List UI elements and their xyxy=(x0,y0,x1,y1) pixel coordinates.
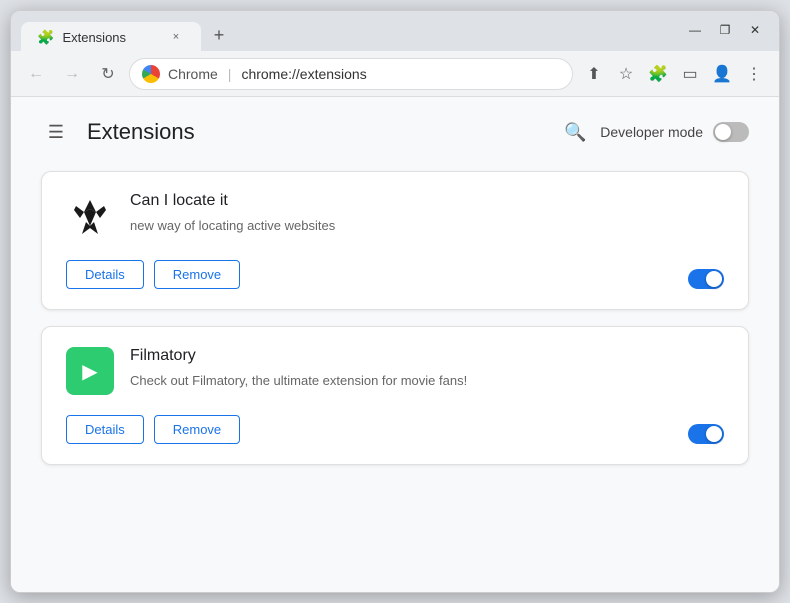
chrome-icon xyxy=(142,65,160,83)
address-text: chrome://extensions xyxy=(241,66,366,82)
toggle-knob-canlocate xyxy=(706,271,722,287)
refresh-button[interactable]: ↻ xyxy=(93,59,123,89)
details-button-canlocate[interactable]: Details xyxy=(66,260,144,289)
tab-extension-icon: 🧩 xyxy=(37,29,54,46)
ext-header-filmatory: Filmatory Check out Filmatory, the ultim… xyxy=(66,347,724,395)
bookmark-button[interactable]: ☆ xyxy=(611,59,641,89)
ext-header-canlocate: Can I locate it new way of locating acti… xyxy=(66,192,724,240)
page-header: ☰ Extensions 🔍 Developer mode xyxy=(41,117,749,147)
ext-enable-toggle-canlocate[interactable] xyxy=(688,269,724,289)
toggle-knob xyxy=(715,124,731,140)
remove-button-filmatory[interactable]: Remove xyxy=(154,415,240,444)
ext-icon-canlocate xyxy=(66,192,114,240)
menu-button[interactable]: ⋮ xyxy=(739,59,769,89)
ext-info-canlocate: Can I locate it new way of locating acti… xyxy=(130,192,724,236)
back-button[interactable]: ← xyxy=(21,59,51,89)
filmatory-svg-icon xyxy=(66,347,114,395)
details-button-filmatory[interactable]: Details xyxy=(66,415,144,444)
page-title: Extensions xyxy=(87,119,195,145)
share-button[interactable]: ⬆ xyxy=(579,59,609,89)
ext-info-filmatory: Filmatory Check out Filmatory, the ultim… xyxy=(130,347,724,391)
extensions-button[interactable]: 🧩 xyxy=(643,59,673,89)
ext-enable-toggle-filmatory[interactable] xyxy=(688,424,724,444)
ext-toggle-area-canlocate xyxy=(688,269,724,289)
page-title-area: ☰ Extensions xyxy=(41,117,195,147)
forward-button[interactable]: → xyxy=(57,59,87,89)
page-content: ☰ Extensions 🔍 Developer mode xyxy=(11,97,779,592)
canlocate-svg-icon xyxy=(66,192,114,240)
close-button[interactable]: ✕ xyxy=(741,19,769,41)
new-tab-button[interactable]: + xyxy=(205,21,233,49)
ext-actions-canlocate: Details Remove xyxy=(66,260,724,289)
extension-card-filmatory: Filmatory Check out Filmatory, the ultim… xyxy=(41,326,749,465)
title-bar: 🧩 Extensions × + — ❐ ✕ xyxy=(11,11,779,51)
search-button[interactable]: 🔍 xyxy=(560,117,590,147)
address-separator: | xyxy=(228,66,232,82)
toolbar: ← → ↻ Chrome | chrome://extensions ⬆ ☆ 🧩… xyxy=(11,51,779,97)
ext-actions-filmatory: Details Remove xyxy=(66,415,724,444)
minimize-button[interactable]: — xyxy=(681,19,709,41)
extension-card-canlocate: Can I locate it new way of locating acti… xyxy=(41,171,749,310)
tab-close-button[interactable]: × xyxy=(167,28,185,46)
address-bar[interactable]: Chrome | chrome://extensions xyxy=(129,58,573,90)
ext-name-filmatory: Filmatory xyxy=(130,347,724,365)
browser-window: 🧩 Extensions × + — ❐ ✕ ← → ↻ Chrome | ch… xyxy=(10,10,780,593)
ext-toggle-area-filmatory xyxy=(688,424,724,444)
extensions-page: ☰ Extensions 🔍 Developer mode xyxy=(11,97,779,501)
remove-button-canlocate[interactable]: Remove xyxy=(154,260,240,289)
sidebar-button[interactable]: ▭ xyxy=(675,59,705,89)
ext-name-canlocate: Can I locate it xyxy=(130,192,724,210)
profile-button[interactable]: 👤 xyxy=(707,59,737,89)
toggle-knob-filmatory xyxy=(706,426,722,442)
chrome-label: Chrome xyxy=(168,66,218,82)
developer-mode-area: 🔍 Developer mode xyxy=(560,117,749,147)
developer-mode-toggle[interactable] xyxy=(713,122,749,142)
tab-label: Extensions xyxy=(62,30,126,45)
ext-description-canlocate: new way of locating active websites xyxy=(130,216,724,236)
toolbar-icons: ⬆ ☆ 🧩 ▭ 👤 ⋮ xyxy=(579,59,769,89)
hamburger-menu-button[interactable]: ☰ xyxy=(41,117,71,147)
ext-description-filmatory: Check out Filmatory, the ultimate extens… xyxy=(130,371,724,391)
developer-mode-label: Developer mode xyxy=(600,124,703,140)
active-tab[interactable]: 🧩 Extensions × xyxy=(21,22,201,52)
maximize-button[interactable]: ❐ xyxy=(711,19,739,41)
ext-icon-filmatory xyxy=(66,347,114,395)
window-controls: — ❐ ✕ xyxy=(681,19,769,41)
